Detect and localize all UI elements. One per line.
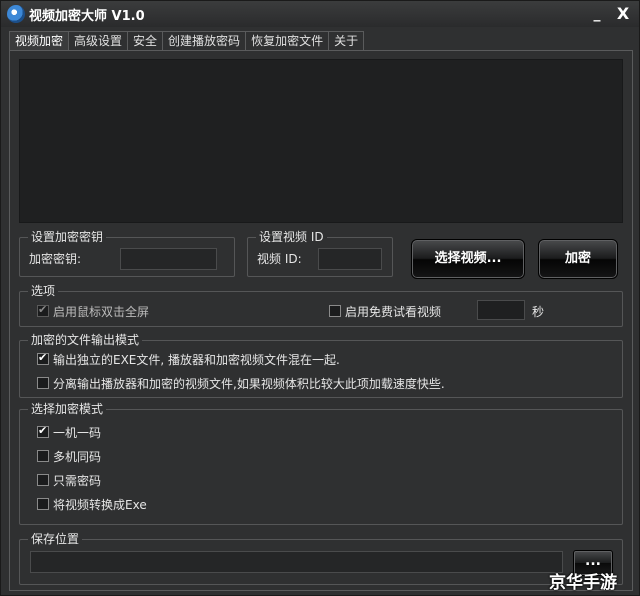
tab-restore-encrypted-file[interactable]: 恢复加密文件 — [245, 31, 330, 51]
output-exe-checkbox[interactable] — [37, 351, 49, 365]
fullscreen-checkbox[interactable] — [37, 303, 49, 317]
output-mode-item[interactable]: 输出独立的EXE文件, 播放器和加密视频文件混在一起. — [37, 351, 340, 367]
trial-seconds-input[interactable] — [477, 300, 525, 320]
video-id-label: 视频 ID: — [257, 252, 302, 266]
multi-machine-same-code-checkbox[interactable] — [37, 450, 49, 462]
encryption-key-label: 加密密钥: — [29, 252, 82, 266]
encrypt-mode-item[interactable]: 多机同码 — [37, 448, 101, 464]
tab-about[interactable]: 关于 — [328, 31, 365, 51]
fullscreen-label: 启用鼠标双击全屏 — [53, 304, 150, 319]
one-machine-one-code-label: 一机一码 — [53, 425, 102, 440]
options-group-title: 选项 — [28, 284, 59, 298]
video-preview-area — [19, 59, 623, 223]
convert-to-exe-label: 将视频转换成Exe — [53, 497, 147, 512]
encrypt-button[interactable]: 加密 — [538, 239, 618, 279]
output-separate-checkbox[interactable] — [37, 377, 49, 389]
tab-video-encrypt[interactable]: 视频加密 — [9, 31, 70, 52]
video-id-group-title: 设置视频 ID — [256, 230, 327, 244]
trial-checkbox[interactable] — [329, 305, 341, 317]
window-title: 视频加密大师 V1.0 — [29, 9, 145, 24]
encrypt-mode-group-title: 选择加密模式 — [28, 402, 107, 416]
encrypt-mode-item[interactable]: 一机一码 — [37, 424, 101, 440]
one-machine-one-code-checkbox[interactable] — [37, 424, 49, 438]
tab-create-play-password[interactable]: 创建播放密码 — [162, 31, 247, 51]
tab-advanced-settings[interactable]: 高级设置 — [68, 31, 129, 51]
title-bar[interactable]: 视频加密大师 V1.0 _ X — [1, 1, 639, 27]
fullscreen-option[interactable]: 启用鼠标双击全屏 — [37, 303, 149, 319]
save-path-input[interactable] — [30, 551, 563, 573]
trial-label: 启用免费试看视频 — [345, 304, 442, 319]
encrypt-mode-item[interactable]: 只需密码 — [37, 472, 101, 488]
trial-option[interactable]: 启用免费试看视频 — [329, 303, 441, 319]
close-button[interactable]: X — [613, 4, 633, 24]
tab-bar: 视频加密 高级设置 安全 创建播放密码 恢复加密文件 关于 — [9, 31, 365, 52]
app-logo-icon — [7, 5, 25, 23]
output-separate-label: 分离输出播放器和加密的视频文件,如果视频体积比较大此项加载速度快些. — [53, 376, 445, 391]
password-only-checkbox[interactable] — [37, 474, 49, 486]
tab-security[interactable]: 安全 — [127, 31, 164, 51]
encrypt-mode-item[interactable]: 将视频转换成Exe — [37, 496, 147, 512]
seconds-unit-label: 秒 — [532, 305, 545, 319]
app-window: 视频加密大师 V1.0 _ X 视频加密 高级设置 安全 创建播放密码 恢复加密… — [0, 0, 640, 596]
encryption-key-input[interactable] — [120, 248, 217, 270]
watermark-text: 京华手游 — [549, 573, 617, 593]
save-location-group-title: 保存位置 — [28, 532, 83, 546]
select-video-button[interactable]: 选择视频... — [411, 239, 525, 279]
encryption-key-group-title: 设置加密密钥 — [28, 230, 107, 244]
video-id-input[interactable] — [318, 248, 382, 270]
minimize-button[interactable]: _ — [587, 4, 607, 24]
output-exe-label: 输出独立的EXE文件, 播放器和加密视频文件混在一起. — [53, 352, 340, 367]
password-only-label: 只需密码 — [53, 473, 102, 488]
convert-to-exe-checkbox[interactable] — [37, 498, 49, 510]
multi-machine-same-code-label: 多机同码 — [53, 449, 102, 464]
output-mode-group-title: 加密的文件输出模式 — [28, 333, 143, 347]
output-mode-item[interactable]: 分离输出播放器和加密的视频文件,如果视频体积比较大此项加载速度快些. — [37, 375, 445, 391]
